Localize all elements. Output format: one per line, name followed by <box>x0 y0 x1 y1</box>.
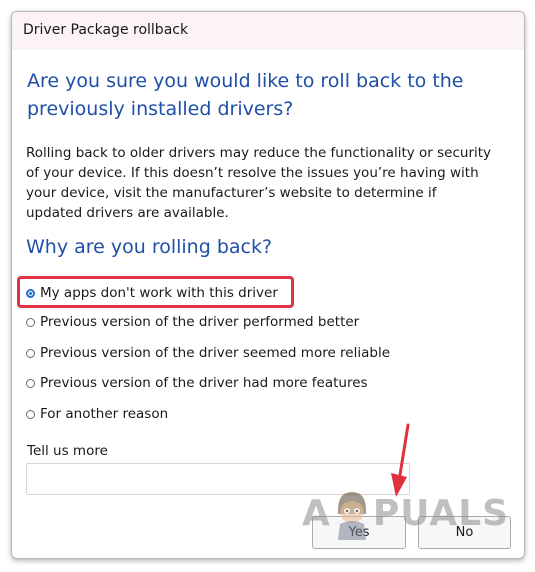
radio-icon[interactable] <box>26 348 35 358</box>
reason-label: For another reason <box>40 406 169 422</box>
title-bar: Driver Package rollback <box>12 12 524 50</box>
reason-option-another-reason[interactable]: For another reason <box>26 403 168 425</box>
reason-label: Previous version of the driver performed… <box>40 314 360 330</box>
window-title: Driver Package rollback <box>23 22 189 38</box>
reason-label: Previous version of the driver had more … <box>40 375 368 391</box>
radio-icon[interactable] <box>26 409 35 419</box>
rollback-description: Rolling back to older drivers may reduce… <box>26 145 492 221</box>
radio-icon[interactable] <box>26 317 35 327</box>
tell-us-more-label: Tell us more <box>27 443 108 459</box>
reason-heading: Why are you rolling back? <box>26 236 273 258</box>
reason-option-more-reliable[interactable]: Previous version of the driver seemed mo… <box>26 342 390 364</box>
rollback-dialog: Driver Package rollback Are you sure you… <box>11 11 525 559</box>
screenshot-frame: Driver Package rollback Are you sure you… <box>0 0 535 572</box>
highlight-box <box>17 276 294 308</box>
no-button[interactable]: No <box>418 516 511 549</box>
reason-label: Previous version of the driver seemed mo… <box>40 345 391 361</box>
red-arrow-icon <box>391 423 410 497</box>
reason-option-performed-better[interactable]: Previous version of the driver performed… <box>26 311 359 333</box>
radio-icon[interactable] <box>26 378 35 388</box>
yes-button[interactable]: Yes <box>312 516 406 549</box>
tell-us-more-input[interactable] <box>26 463 410 495</box>
reason-option-more-features[interactable]: Previous version of the driver had more … <box>26 372 368 394</box>
rollback-question: Are you sure you would like to roll back… <box>27 70 464 120</box>
